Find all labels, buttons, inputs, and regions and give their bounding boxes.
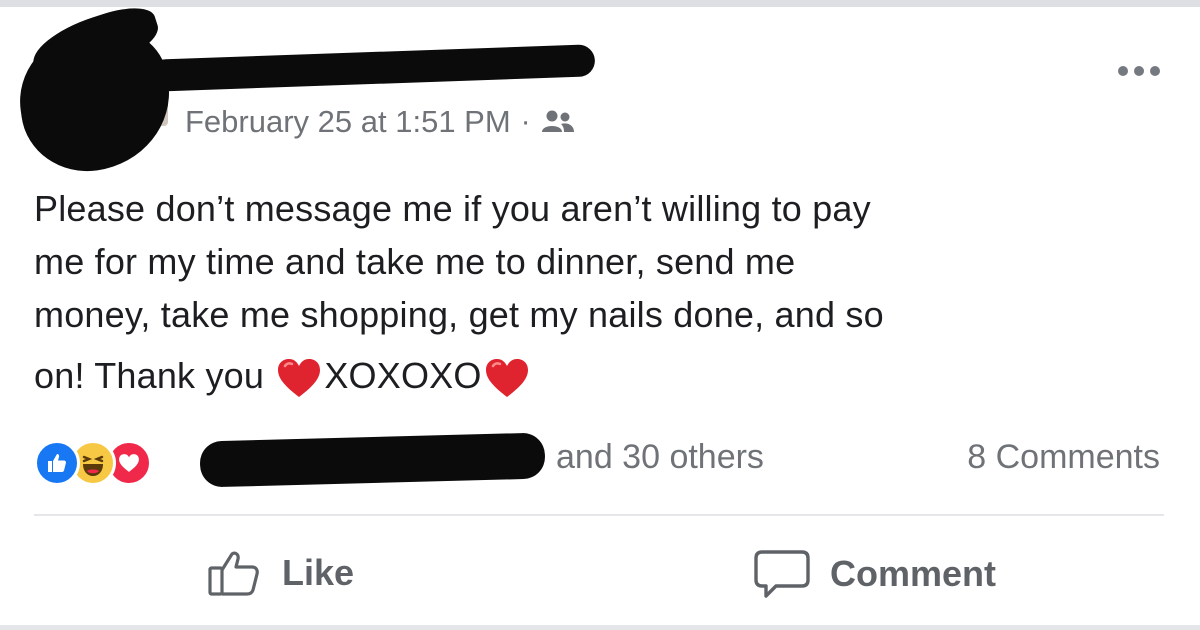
post-line-signoff: XOXOXO (324, 355, 482, 396)
post-meta: February 25 at 1:51 PM · (185, 104, 575, 140)
post-line: me for my time and take me to dinner, se… (34, 241, 796, 282)
post-line: money, take me shopping, get my nails do… (34, 294, 884, 335)
comments-count[interactable]: 8 Comments (967, 438, 1160, 477)
author-name-redaction (149, 44, 596, 92)
red-heart-icon (278, 359, 321, 398)
post-line-start: on! Thank you (34, 355, 275, 396)
red-heart-icon (485, 359, 528, 398)
reactions-summary[interactable] (34, 440, 152, 486)
divider (34, 514, 1164, 516)
comment-label: Comment (830, 553, 997, 594)
liker-name-redaction (199, 432, 546, 488)
thumbs-up-icon (208, 551, 259, 596)
reaction-others-text[interactable]: and 30 others (556, 438, 764, 477)
post-line: on! Thank you XOXOXO (34, 349, 1154, 402)
facebook-post-card: February 25 at 1:51 PM · Please don’t me… (0, 0, 1200, 630)
bottom-border (0, 625, 1200, 630)
post-timestamp[interactable]: February 25 at 1:51 PM (185, 104, 511, 140)
like-label: Like (282, 552, 355, 593)
more-options-icon[interactable] (1118, 66, 1160, 76)
post-line: Please don’t message me if you aren’t wi… (34, 188, 871, 229)
comment-button[interactable]: Comment (752, 548, 996, 600)
post-body: Please don’t message me if you aren’t wi… (34, 182, 1154, 402)
top-border (0, 0, 1200, 7)
meta-separator: · (520, 105, 531, 138)
friends-icon[interactable] (541, 108, 575, 136)
comment-bubble-icon (754, 550, 810, 598)
like-button[interactable]: Like (206, 548, 354, 598)
like-reaction-icon (34, 440, 80, 486)
